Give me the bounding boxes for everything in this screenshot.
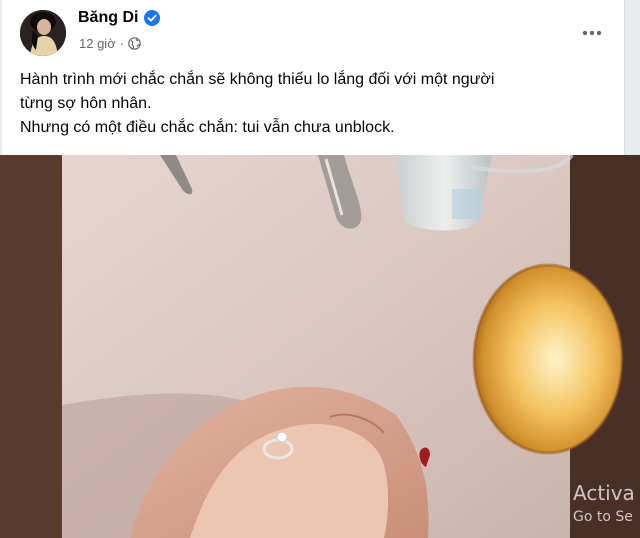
- watermark-line-1: Activa: [573, 481, 635, 505]
- activation-watermark: Activa Go to Se: [573, 481, 635, 527]
- more-options-button[interactable]: [574, 14, 610, 50]
- globe-icon[interactable]: [128, 37, 141, 50]
- post-text-line: Hành trình mới chắc chắn sẽ không thiếu …: [20, 71, 495, 88]
- post-text-line: từng sợ hôn nhân.: [20, 95, 152, 112]
- post-meta: 12 giờ ·: [79, 36, 141, 51]
- more-options-icon: [582, 23, 602, 41]
- post-header: Băng Di 12 giờ ·: [2, 0, 624, 62]
- post-photo[interactable]: [0, 155, 640, 538]
- post-time[interactable]: 12 giờ: [79, 36, 116, 51]
- author-name[interactable]: Băng Di: [78, 9, 161, 27]
- verified-badge-icon: [144, 10, 161, 26]
- author-name-text[interactable]: Băng Di: [78, 9, 138, 27]
- watermark-line-2: Go to Se: [573, 509, 633, 525]
- meta-separator: ·: [119, 36, 125, 51]
- author-avatar[interactable]: [20, 10, 66, 56]
- post-text-line: Nhưng có một điều chắc chắn: tui vẫn chư…: [20, 119, 395, 136]
- post-text: Hành trình mới chắc chắn sẽ không thiếu …: [20, 68, 610, 140]
